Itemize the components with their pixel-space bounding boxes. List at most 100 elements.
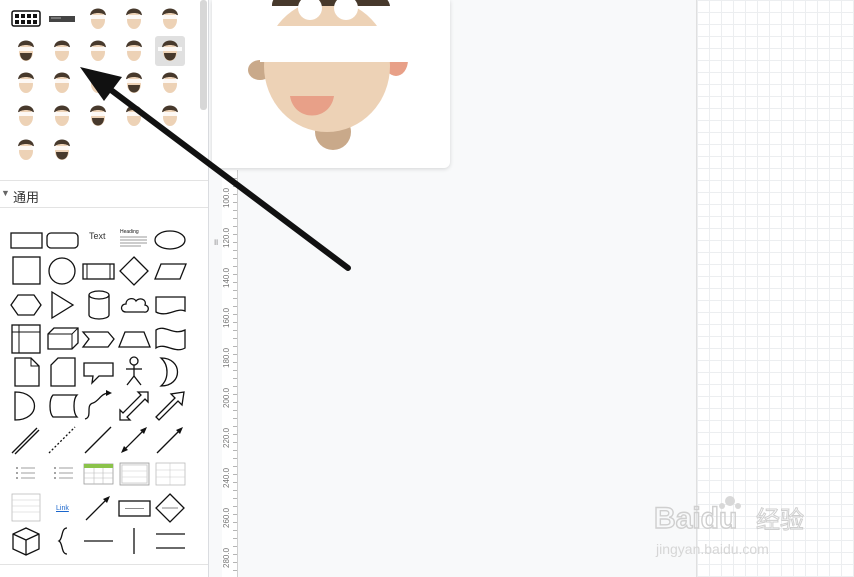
shape-double-arrow-line[interactable]	[117, 423, 153, 457]
shape-connector-arrow[interactable]	[81, 491, 117, 525]
ruler-tick	[233, 474, 237, 475]
shape-table-gray[interactable]	[117, 457, 153, 491]
shape-3d-box[interactable]	[9, 524, 45, 558]
avatar-icon[interactable]	[47, 4, 77, 34]
sidebar-splitter-handle[interactable]: ॥	[213, 235, 218, 248]
avatar-icon[interactable]	[155, 36, 185, 66]
avatar-icon[interactable]	[11, 101, 41, 131]
shape-list-box[interactable]	[9, 491, 45, 525]
shape-table-green[interactable]	[81, 457, 117, 491]
shape-arrow-line[interactable]	[153, 423, 189, 457]
avatar-icon[interactable]	[47, 135, 77, 165]
shape-curved-arrow[interactable]	[81, 389, 117, 423]
shape-delay[interactable]	[9, 389, 45, 423]
avatar-icon[interactable]	[119, 36, 149, 66]
shape-bidirectional-arrow[interactable]	[117, 389, 153, 423]
avatar-icon[interactable]	[83, 4, 113, 34]
shape-bulleted-list[interactable]	[9, 457, 45, 491]
avatar-icon[interactable]	[11, 4, 41, 34]
ruler-tick	[233, 290, 237, 291]
avatar-icon[interactable]	[119, 101, 149, 131]
ruler-tick	[233, 330, 237, 331]
shape-card[interactable]	[45, 355, 81, 389]
shape-rounded-rectangle[interactable]	[45, 223, 81, 257]
ruler-tick	[233, 338, 237, 339]
shape-tape[interactable]	[153, 322, 189, 356]
shape-step[interactable]	[81, 322, 117, 356]
ruler-label: 260.0	[222, 507, 231, 529]
ruler-tick	[233, 202, 237, 203]
shape-cube[interactable]	[45, 322, 81, 356]
shape-double-line[interactable]	[9, 423, 45, 457]
ruler-tick	[233, 554, 237, 555]
shape-brace[interactable]	[45, 524, 81, 558]
shape-labeled-diamond[interactable]	[153, 491, 189, 525]
avatar-icon[interactable]	[47, 101, 77, 131]
ruler-label: 220.0	[222, 427, 231, 449]
shape-double-horizontal-line[interactable]	[153, 524, 189, 558]
shape-actor[interactable]	[117, 355, 153, 389]
shape-block-arrow[interactable]	[153, 389, 189, 423]
shape-hexagon[interactable]	[9, 288, 45, 322]
avatar-icon[interactable]	[47, 68, 77, 98]
shape-labeled-rectangle[interactable]	[117, 491, 153, 525]
shape-rectangle[interactable]	[9, 223, 45, 257]
ruler-tick	[233, 178, 237, 179]
shape-process[interactable]	[81, 254, 117, 288]
shape-link[interactable]: Link	[56, 505, 69, 512]
sidebar-scrollbar[interactable]	[200, 0, 207, 110]
ruler-tick	[233, 210, 237, 211]
avatar-icon[interactable]	[119, 4, 149, 34]
avatar-icon[interactable]	[155, 101, 185, 131]
shape-document[interactable]	[153, 288, 189, 322]
shape-circle[interactable]	[45, 254, 81, 288]
ruler-tick	[233, 242, 237, 243]
ruler-tick	[233, 530, 237, 531]
shape-text-label[interactable]: Text	[89, 231, 106, 241]
avatar-icon[interactable]	[83, 101, 113, 131]
shape-parallelogram[interactable]	[153, 254, 189, 288]
avatar-icon[interactable]	[11, 68, 41, 98]
avatar-icon[interactable]	[155, 4, 185, 34]
ruler-tick	[233, 370, 237, 371]
next-section-header[interactable]	[0, 564, 208, 577]
ruler-label: 120.0	[222, 227, 231, 249]
avatar-illustration[interactable]	[212, 0, 450, 168]
shape-table-plain[interactable]	[153, 457, 189, 491]
shape-dotted-line[interactable]	[45, 423, 81, 457]
shape-diamond[interactable]	[117, 254, 153, 288]
shape-cloud[interactable]	[117, 288, 153, 322]
shape-cylinder[interactable]	[81, 288, 117, 322]
ruler-tick	[233, 410, 237, 411]
ruler-tick	[233, 354, 237, 355]
avatar-icon[interactable]	[47, 36, 77, 66]
avatar-icon[interactable]	[155, 68, 185, 98]
shape-internal-storage[interactable]	[9, 322, 45, 356]
ruler-tick	[233, 546, 237, 547]
shape-vertical-line[interactable]	[117, 524, 153, 558]
shape-square[interactable]	[9, 254, 45, 288]
avatar-icon[interactable]	[119, 68, 149, 98]
ruler-tick	[233, 218, 237, 219]
shape-line[interactable]	[81, 423, 117, 457]
avatar-icon[interactable]	[83, 68, 113, 98]
shape-trapezoid[interactable]	[117, 322, 153, 356]
shape-callout[interactable]	[81, 355, 117, 389]
shape-note[interactable]	[9, 355, 45, 389]
shape-horizontal-line[interactable]	[81, 524, 117, 558]
ruler-tick	[233, 346, 237, 347]
avatar-icon[interactable]	[83, 36, 113, 66]
watermark-cn: 经验	[756, 506, 804, 534]
shape-triangle[interactable]	[45, 288, 81, 322]
section-header-general[interactable]: ▼ 通用	[0, 180, 208, 208]
avatar-icon[interactable]	[11, 36, 41, 66]
shape-numbered-list[interactable]	[45, 457, 81, 491]
diagram-page[interactable]	[212, 0, 450, 168]
shape-or[interactable]	[153, 355, 189, 389]
ruler-label: 280.0	[222, 547, 231, 569]
shape-ellipse[interactable]	[153, 223, 189, 257]
app-root: ▼ 通用 Text Heading Link ॥ 100.0 120.0 140…	[0, 0, 854, 577]
shape-heading-block[interactable]: Heading	[117, 223, 153, 257]
avatar-icon[interactable]	[11, 135, 41, 165]
shape-data-storage[interactable]	[45, 389, 81, 423]
